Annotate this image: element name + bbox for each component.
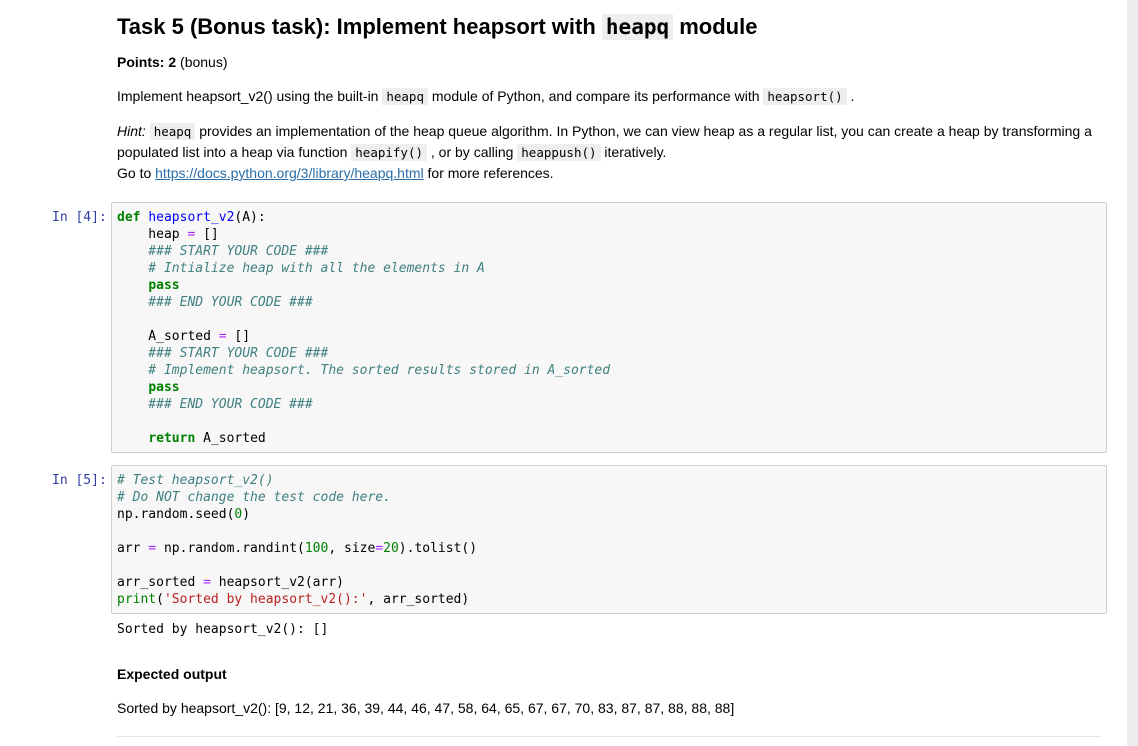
desc-text-3: . xyxy=(846,88,855,104)
desc-code-heapsort: heapsort() xyxy=(763,88,847,105)
code-text: [] xyxy=(195,227,219,242)
code-line: def heapsort_v2(A): xyxy=(117,209,266,226)
code-text: .random.seed( xyxy=(132,507,235,522)
points-label: Points: xyxy=(117,54,165,70)
hint-text-4: iteratively. xyxy=(600,144,667,160)
code-text: , arr_sorted) xyxy=(367,592,470,607)
code-text: A_sorted xyxy=(117,329,219,344)
code-comment: ### END YOUR CODE ### xyxy=(117,295,313,310)
operator: = xyxy=(203,575,211,590)
goto-text-2: for more references. xyxy=(423,165,554,181)
code-line: heap = [] xyxy=(117,226,219,243)
code-text: A_sorted xyxy=(195,431,266,446)
task-title: Task 5 (Bonus task): Implement heapsort … xyxy=(117,12,757,42)
code-comment: # Intialize heap with all the elements i… xyxy=(117,261,485,276)
points-value: 2 xyxy=(164,54,177,70)
code-line: arr = np.random.randint(100, size=20).to… xyxy=(117,540,477,557)
cell-prompt-5: In [5]: xyxy=(52,473,107,488)
string: 'Sorted by heapsort_v2():' xyxy=(163,592,368,607)
code-text: np.random.randint( xyxy=(156,541,305,556)
code-line: return A_sorted xyxy=(117,430,266,447)
desc-code-heapq: heapq xyxy=(382,88,428,105)
scrollbar-track[interactable] xyxy=(1127,0,1138,746)
operator: = xyxy=(148,541,157,556)
keyword: return xyxy=(148,431,196,446)
code-cell-heapsort-v2[interactable]: def heapsort_v2(A): heap = [] ### START … xyxy=(111,202,1107,453)
number: 100 xyxy=(304,541,329,556)
number: 20 xyxy=(383,541,399,556)
code-line: pass xyxy=(117,277,180,294)
code-text: np xyxy=(117,507,133,522)
hint-text-1: provides an implementation of the heap q… xyxy=(195,123,1092,139)
code-comment: # Do NOT change the test code here. xyxy=(117,490,391,505)
points-line: Points: 2 (bonus) xyxy=(117,52,228,73)
title-suffix: module xyxy=(673,14,758,39)
desc-text-1: Implement heapsort_v2() using the built-… xyxy=(117,88,383,104)
code-line: np.random.seed(0) xyxy=(117,506,250,523)
code-line: arr_sorted = heapsort_v2(arr) xyxy=(117,574,344,591)
hint-code-heappush: heappush() xyxy=(517,144,601,161)
code-line: A_sorted = [] xyxy=(117,328,250,345)
cell-output: Sorted by heapsort_v2(): [] xyxy=(117,622,329,637)
hint-text-2: populated list into a heap via function xyxy=(117,144,352,160)
hint-line-1: Hint: heapq provides an implementation o… xyxy=(117,121,1092,142)
code-text: ).tolist() xyxy=(398,541,478,556)
code-line: print('Sorted by heapsort_v2():', arr_so… xyxy=(117,591,469,608)
hint-code-heapify: heapify() xyxy=(351,144,428,161)
keyword: pass xyxy=(148,380,180,395)
code-comment: # Test heapsort_v2() xyxy=(117,473,274,488)
docs-link[interactable]: https://docs.python.org/3/library/heapq.… xyxy=(155,165,423,181)
code-text: (A): xyxy=(234,210,266,225)
reference-line: Go to https://docs.python.org/3/library/… xyxy=(117,163,554,184)
points-note: (bonus) xyxy=(176,54,228,70)
code-text: ) xyxy=(242,507,251,522)
hint-text-3: , or by calling xyxy=(427,144,518,160)
task-description: Implement heapsort_v2() using the built-… xyxy=(117,86,854,107)
function-name: heapsort_v2 xyxy=(148,210,235,225)
builtin: print xyxy=(117,592,157,607)
hint-code-heapq: heapq xyxy=(149,123,196,140)
goto-text-1: Go to xyxy=(117,165,156,181)
cell-prompt-4: In [4]: xyxy=(52,210,107,225)
expected-output-text: Sorted by heapsort_v2(): [9, 12, 21, 36,… xyxy=(117,700,735,716)
code-text: [] xyxy=(226,329,251,344)
code-comment: ### START YOUR CODE ### xyxy=(117,346,329,361)
code-text: ( xyxy=(156,592,164,607)
code-line: pass xyxy=(117,379,180,396)
expected-output-heading: Expected output xyxy=(117,666,227,682)
keyword: def xyxy=(117,210,141,225)
code-text: heapsort_v2(arr) xyxy=(210,575,344,590)
code-cell-test[interactable]: # Test heapsort_v2() # Do NOT change the… xyxy=(111,465,1107,614)
code-text: arr_sorted xyxy=(117,575,204,590)
code-comment: # Implement heapsort. The sorted results… xyxy=(117,363,611,378)
operator: = xyxy=(218,329,227,344)
code-text: arr xyxy=(117,541,149,556)
code-text: , size xyxy=(328,541,376,556)
keyword: pass xyxy=(148,278,180,293)
code-comment: ### START YOUR CODE ### xyxy=(117,244,329,259)
hint-line-2: populated list into a heap via function … xyxy=(117,142,666,163)
title-code-heapq: heapq xyxy=(601,14,674,40)
operator: = xyxy=(375,541,384,556)
divider xyxy=(117,736,1101,737)
hint-label: Hint: xyxy=(117,123,146,139)
desc-text-2: module of Python, and compare its perfor… xyxy=(428,88,764,104)
title-text: Task 5 (Bonus task): Implement heapsort … xyxy=(117,14,602,39)
code-comment: ### END YOUR CODE ### xyxy=(117,397,313,412)
code-text: heap xyxy=(117,227,188,242)
